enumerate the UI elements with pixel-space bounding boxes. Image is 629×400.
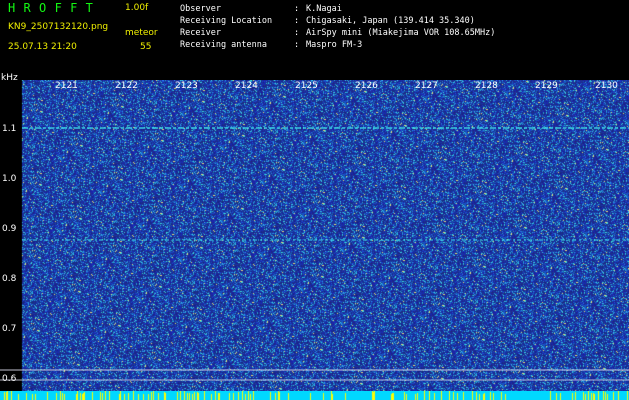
- y-tick-label: 0.7: [2, 324, 17, 334]
- time-tick-label: 2122: [115, 81, 138, 91]
- waterfall-plot: 1.1 1.0 0.9 0.8 0.7 0.6 2121 2122 2123 2…: [0, 80, 629, 400]
- datetime-label: 25.07.13 21:20: [8, 42, 77, 52]
- info-row-antenna: Receiving antenna: Maspro FM-3: [180, 40, 363, 50]
- y-tick-label: 0.9: [2, 224, 17, 234]
- filename-label: KN9_2507132120.png: [8, 22, 109, 32]
- y-tick-label: 1.1: [2, 124, 17, 134]
- info-value: AirSpy mini (Miakejima VOR 108.65MHz): [306, 28, 496, 38]
- time-tick-label: 2124: [235, 81, 258, 91]
- signal-level-strip: [0, 391, 629, 400]
- y-tick-label: 0.8: [2, 274, 17, 284]
- header-panel: HROFFT 1.00f KN9_2507132120.png meteor 2…: [0, 0, 629, 83]
- time-tick-label: 2128: [475, 81, 498, 91]
- y-tick-label: 1.0: [2, 174, 17, 184]
- info-value: Chigasaki, Japan (139.414 35.340): [306, 16, 475, 26]
- meteor-label: meteor: [125, 28, 158, 38]
- info-label: Receiving antenna: [180, 40, 267, 50]
- info-row-receiver: Receiver: AirSpy mini (Miakejima VOR 108.…: [180, 28, 496, 38]
- info-label: Observer: [180, 4, 221, 14]
- time-tick-label: 2121: [55, 81, 78, 91]
- info-value: Maspro FM-3: [306, 40, 363, 50]
- time-tick-label: 2123: [175, 81, 198, 91]
- y-axis: 1.1 1.0 0.9 0.8 0.7 0.6: [0, 80, 22, 400]
- info-value: K.Nagai: [306, 4, 342, 14]
- info-row-observer: Observer: K.Nagai: [180, 4, 342, 14]
- app-title: HROFFT: [8, 1, 102, 15]
- time-tick-label: 2127: [415, 81, 438, 91]
- time-tick-label: 2130: [595, 81, 618, 91]
- y-tick-label: 0.6: [2, 374, 17, 384]
- meteor-count: 55: [140, 42, 152, 52]
- version-label: 1.00f: [125, 3, 149, 13]
- time-axis: 2121 2122 2123 2124 2125 2126 2127 2128 …: [0, 80, 629, 94]
- time-tick-label: 2126: [355, 81, 378, 91]
- info-row-location: Receiving Location: Chigasaki, Japan (139…: [180, 16, 475, 26]
- info-label: Receiving Location: [180, 16, 273, 26]
- carrier-lines: [0, 127, 629, 381]
- time-tick-label: 2129: [535, 81, 558, 91]
- station-info: Observer: K.Nagai Receiving Location: Chig…: [180, 3, 495, 51]
- info-label: Receiver: [180, 28, 221, 38]
- time-tick-label: 2125: [295, 81, 318, 91]
